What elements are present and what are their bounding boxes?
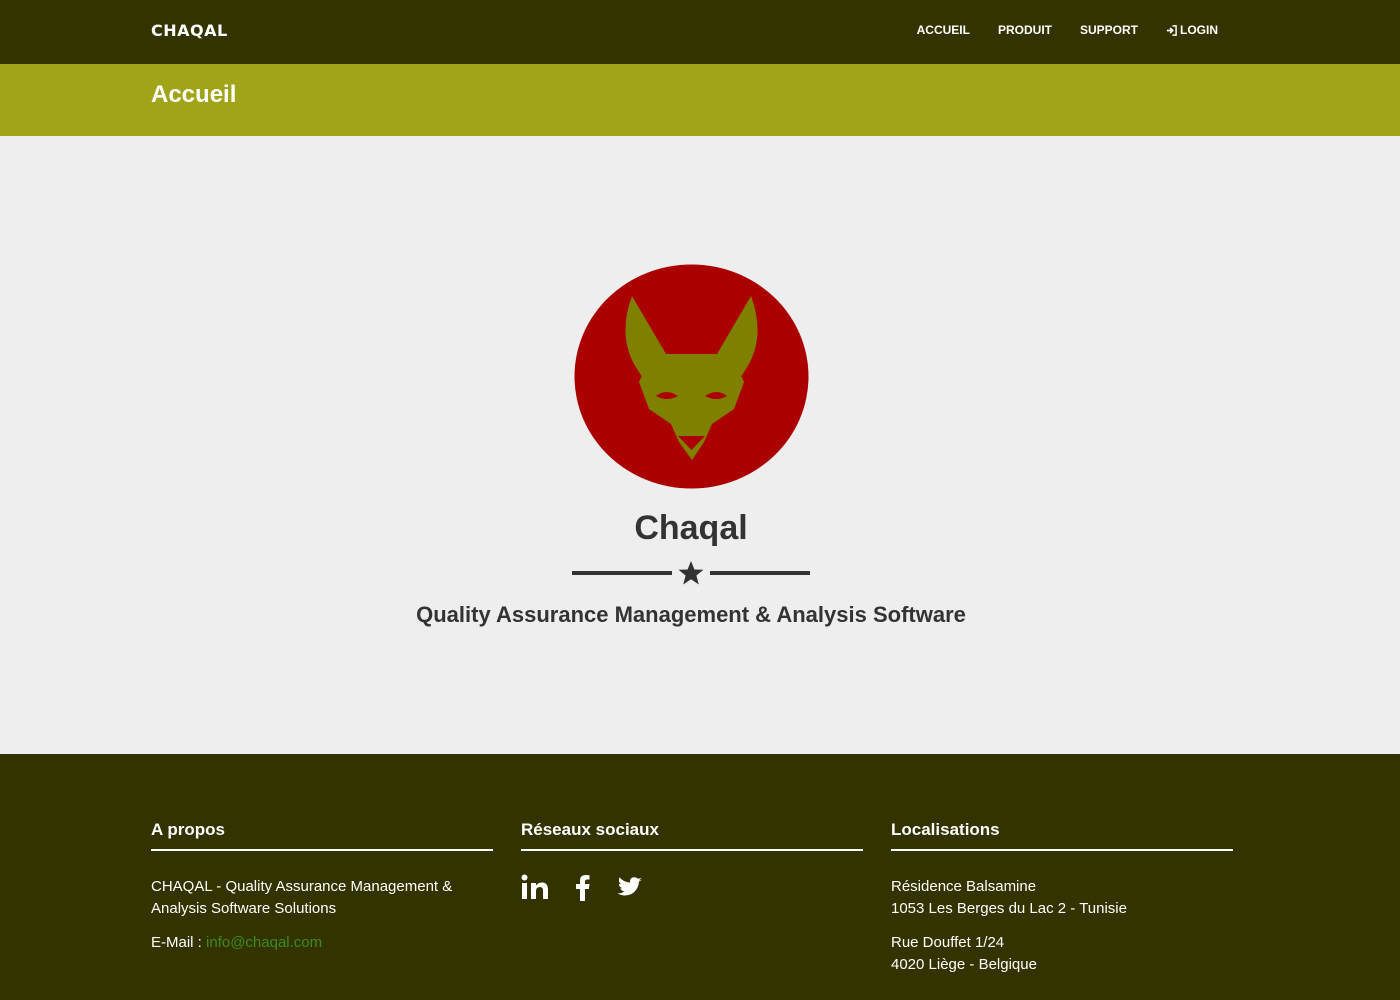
twitter-link[interactable]	[615, 873, 644, 902]
locations-heading: Localisations	[891, 820, 1233, 851]
facebook-icon	[576, 875, 590, 901]
nav-login[interactable]: LOGIN	[1166, 23, 1218, 37]
jackal-logo-icon	[574, 264, 809, 489]
address-belgium-line1: Rue Douffet 1/24	[891, 934, 1005, 951]
brand-logo[interactable]: CHAQAL	[151, 21, 228, 40]
footer-locations: Localisations Résidence Balsamine 1053 L…	[891, 820, 1233, 976]
star-icon	[678, 561, 704, 585]
about-email-line: E-Mail : info@chaqal.com	[151, 932, 493, 954]
nav-home[interactable]: ACCUEIL	[917, 23, 970, 37]
page-title-bar: Accueil	[0, 64, 1400, 136]
about-description: CHAQAL - Quality Assurance Management & …	[151, 878, 453, 917]
social-links	[521, 873, 863, 902]
footer-about: A propos CHAQAL - Quality Assurance Mana…	[151, 820, 493, 954]
address-tunisia-line1: Résidence Balsamine	[891, 878, 1037, 895]
email-link[interactable]: info@chaqal.com	[206, 934, 322, 951]
nav-login-label: LOGIN	[1180, 23, 1218, 37]
navbar: CHAQAL ACCUEIL PRODUIT SUPPORT LOGIN	[0, 0, 1400, 64]
address-tunisia-line2: 1053 Les Berges du Lac 2 - Tunisie	[891, 900, 1127, 917]
social-heading: Réseaux sociaux	[521, 820, 863, 851]
nav-product[interactable]: PRODUIT	[998, 23, 1052, 37]
address-belgium-line2: 4020 Liège - Belgique	[891, 956, 1037, 973]
star-divider	[572, 561, 810, 585]
main-nav: ACCUEIL PRODUIT SUPPORT LOGIN	[917, 23, 1218, 37]
hero-subtitle: Quality Assurance Management & Analysis …	[416, 602, 966, 627]
linkedin-link[interactable]	[521, 873, 550, 902]
page-title: Accueil	[151, 81, 237, 108]
address-belgium: Rue Douffet 1/24 4020 Liège - Belgique	[891, 932, 1233, 976]
hero-title: Chaqal	[634, 509, 748, 547]
facebook-link[interactable]	[568, 873, 597, 902]
address-tunisia: Résidence Balsamine 1053 Les Berges du L…	[891, 876, 1233, 920]
footer: A propos CHAQAL - Quality Assurance Mana…	[0, 754, 1400, 1000]
linkedin-icon	[521, 874, 548, 899]
footer-social: Réseaux sociaux	[521, 820, 863, 902]
login-icon	[1166, 24, 1177, 36]
hero-section: Chaqal Quality Assurance Management & An…	[0, 136, 1400, 754]
twitter-icon	[617, 877, 642, 896]
nav-support[interactable]: SUPPORT	[1080, 23, 1138, 37]
about-heading: A propos	[151, 820, 493, 851]
email-label: E-Mail :	[151, 934, 202, 951]
